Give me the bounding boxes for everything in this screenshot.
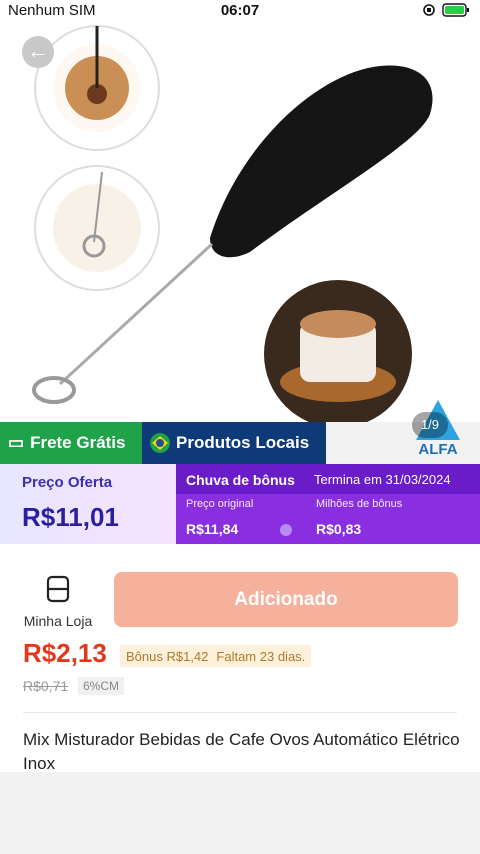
bonus-tag: Bônus R$1,42 Faltam 23 dias. — [120, 645, 312, 667]
free-shipping-badge: ▭ Frete Grátis — [0, 422, 142, 464]
my-store-label: Minha Loja — [23, 613, 93, 629]
bonus-value: Bônus R$1,42 — [126, 648, 209, 664]
offer-price: R$11,01 — [22, 502, 119, 532]
divider — [23, 712, 457, 713]
bonus-amount-value: R$0,83 — [316, 521, 362, 537]
current-price: R$2,13 — [23, 638, 107, 668]
original-price-value: R$11,84 — [186, 521, 239, 537]
my-store-button[interactable]: Minha Loja — [20, 574, 96, 629]
bonus-header: Chuva de bônus Termina em 31/03/2024 — [176, 464, 480, 494]
brazil-flag-icon — [150, 433, 170, 453]
local-products-badge: Produtos Locais — [142, 422, 326, 464]
minus-icon — [280, 524, 292, 536]
bonus-title: Chuva de bônus — [186, 472, 295, 488]
bonus-rain-box: Chuva de bônus Termina em 31/03/2024 Pre… — [176, 464, 480, 544]
product-image — [32, 25, 433, 422]
add-to-cart-button[interactable]: Adicionado — [114, 572, 458, 627]
status-icons — [416, 3, 470, 17]
local-products-label: Produtos Locais — [176, 433, 310, 452]
bonus-amount-label: Milhões de bônus — [316, 498, 403, 510]
original-price-label: Preço original — [186, 498, 254, 510]
old-price: R$0,71 — [23, 678, 69, 694]
product-badges: ▭ Frete Grátis Produtos Locais — [0, 422, 326, 464]
free-shipping-label: Frete Grátis — [30, 433, 126, 452]
ticket-icon: ▭ — [8, 433, 25, 452]
product-title: Mix Misturador Bebidas de Cafe Ovos Auto… — [23, 730, 460, 773]
offer-label: Preço Oferta — [22, 474, 113, 491]
arrow-left-icon: ← — [27, 38, 49, 63]
discount-badge: 6%CM — [78, 677, 125, 695]
store-icon — [46, 575, 70, 603]
bonus-end-date: Termina em 31/03/2024 — [314, 472, 451, 487]
lock-rotation-icon — [423, 4, 435, 16]
battery-icon — [442, 3, 469, 17]
clock: 06:07 — [220, 2, 260, 19]
image-counter: 1/9 — [412, 412, 448, 438]
offer-price-box: Preço Oferta R$11,01 — [0, 464, 176, 544]
days-remaining: Faltam 23 dias. — [216, 648, 306, 664]
svg-text:ALFA: ALFA — [418, 441, 457, 458]
purchase-panel: Minha Loja Adicionado R$2,13 Bônus R$1,4… — [0, 544, 480, 773]
status-bar: Nenhum SIM 06:07 — [0, 0, 480, 22]
back-button[interactable]: ← — [22, 36, 54, 68]
product-image-gallery[interactable] — [0, 22, 480, 422]
promo-banner: Preço Oferta R$11,01 Chuva de bônus Term… — [0, 464, 480, 544]
